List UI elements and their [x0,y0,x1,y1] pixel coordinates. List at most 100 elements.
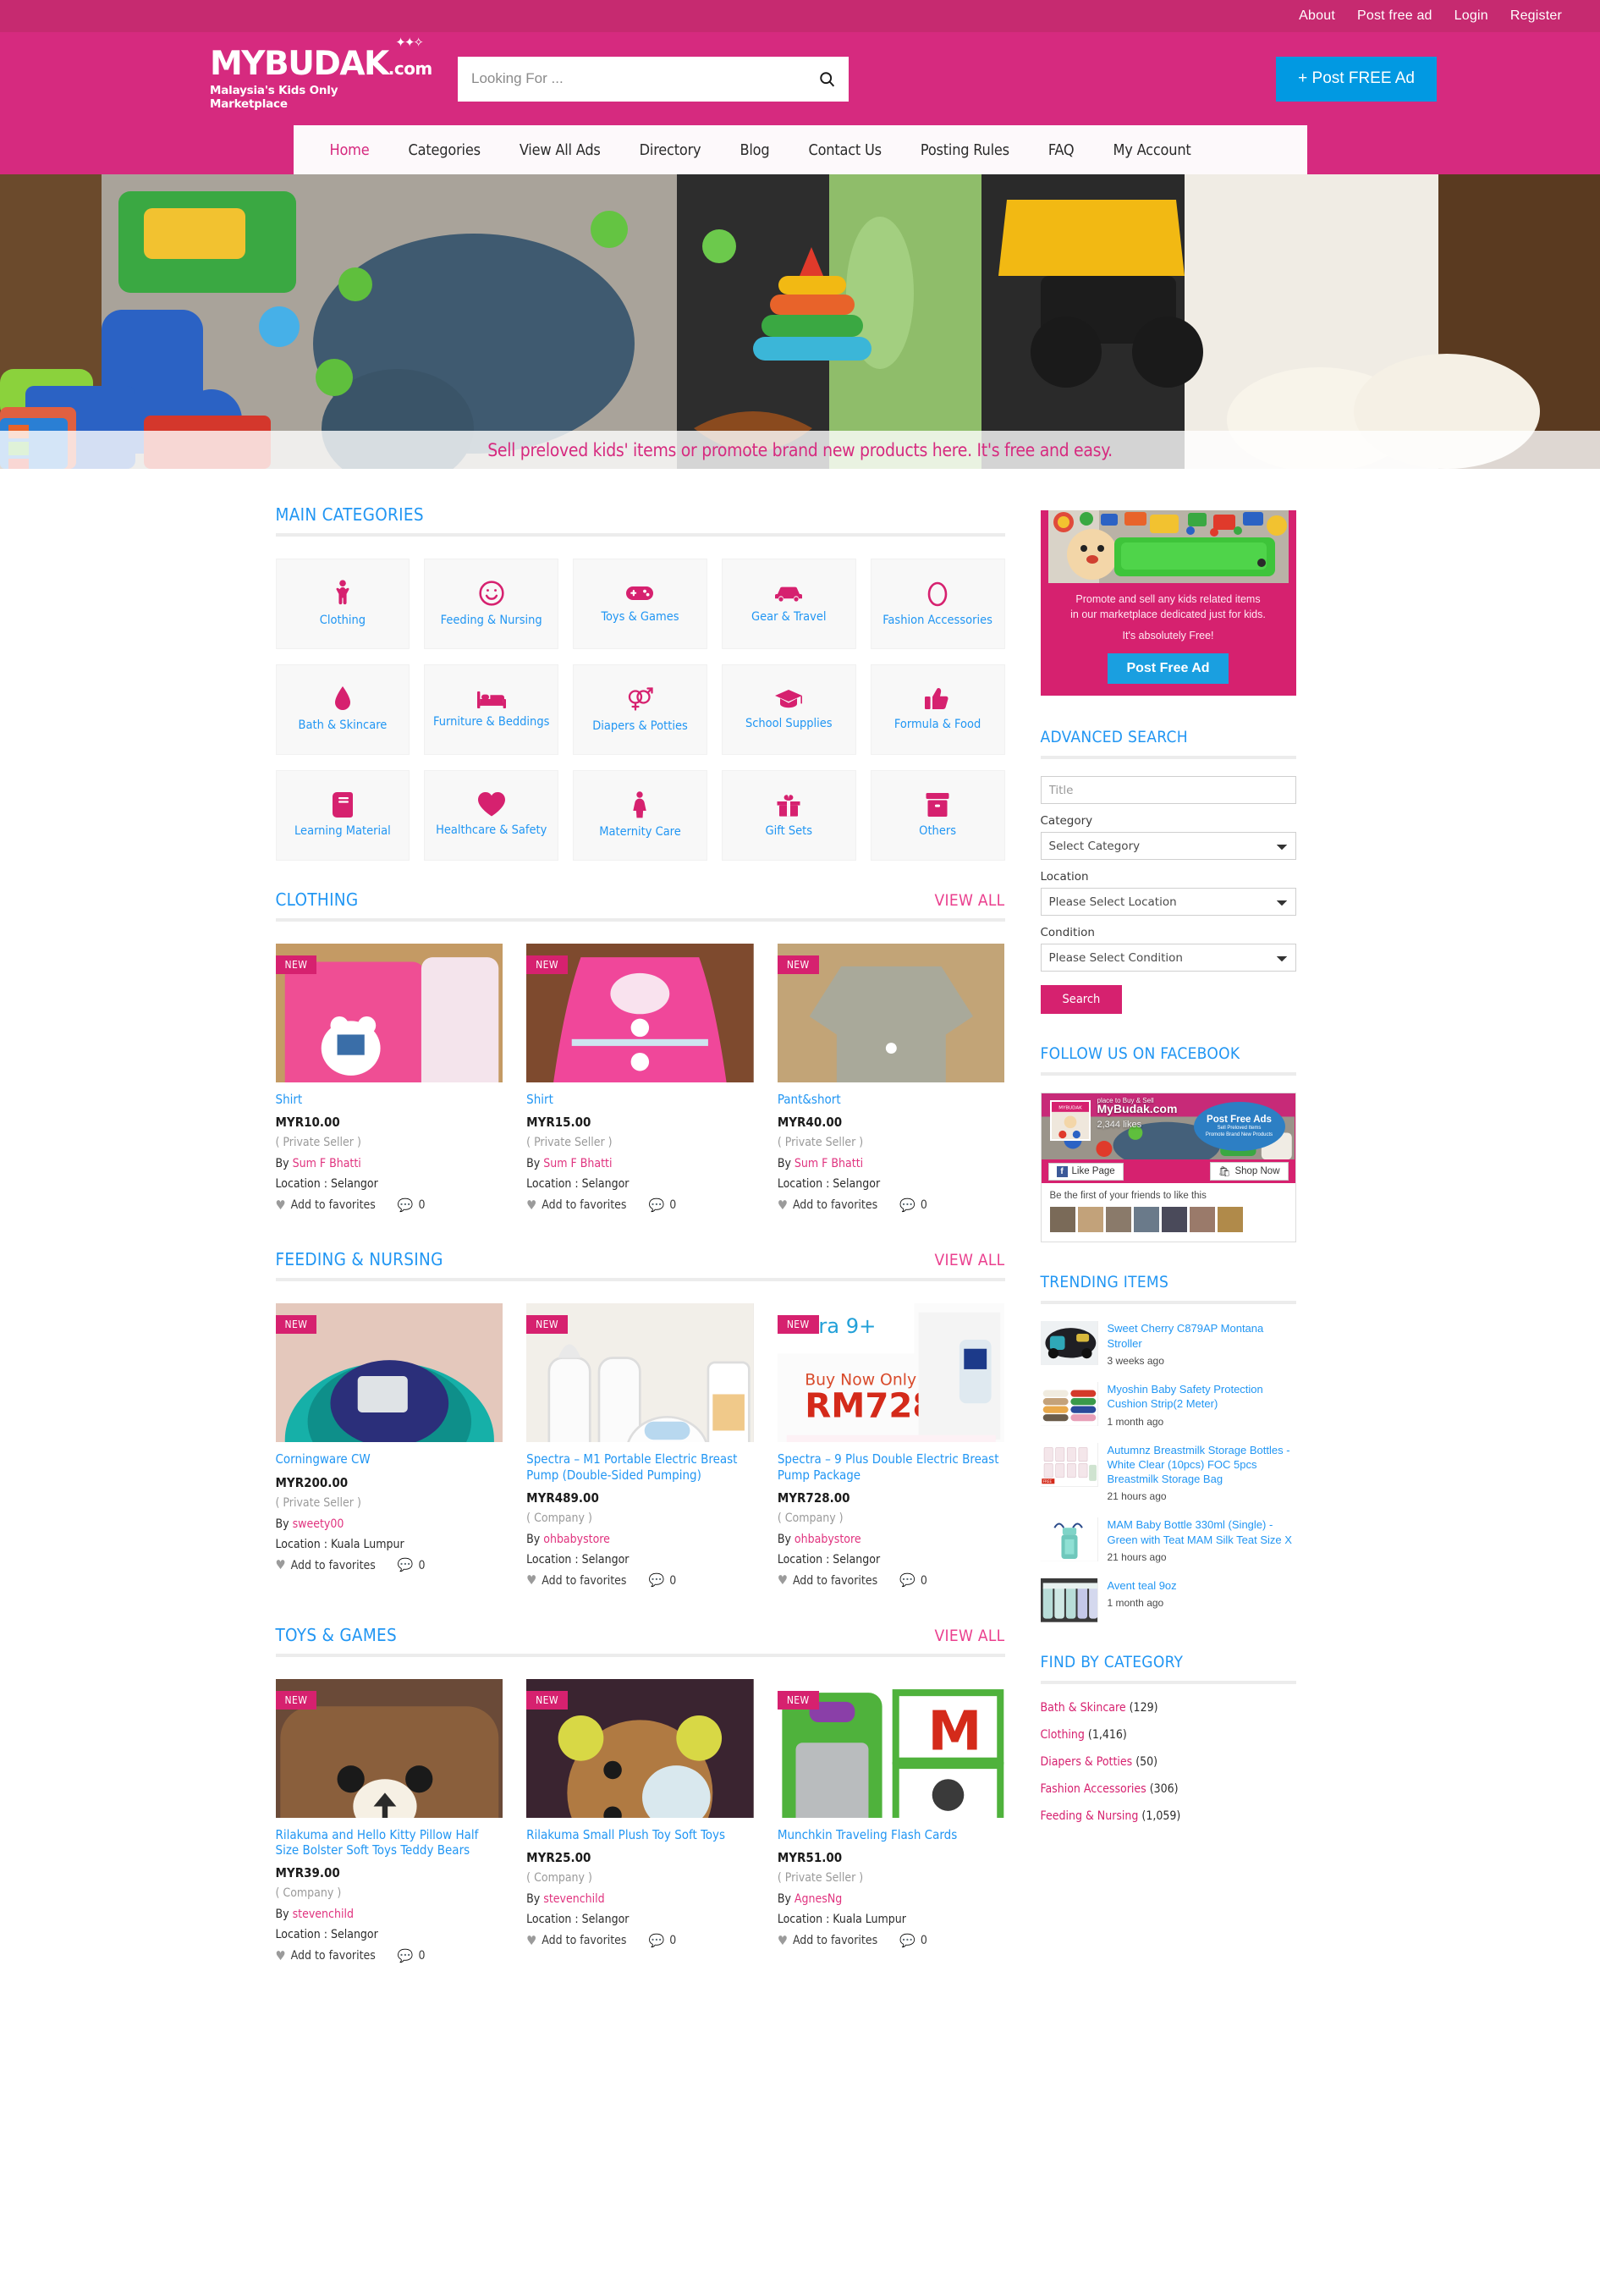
nav-item-faq[interactable]: FAQ [1029,141,1094,159]
product-image[interactable]: NEW [526,1678,754,1818]
trending-item[interactable]: Myoshin Baby Safety Protection Cushion S… [1040,1381,1296,1428]
seller-link[interactable]: AgnesNg [795,1892,842,1906]
find-by-category-item[interactable]: Bath & Skincare (129) [1041,1701,1296,1715]
nav-item-view-all-ads[interactable]: View All Ads [500,141,620,159]
trending-title-link[interactable]: Sweet Cherry C879AP Montana Stroller [1108,1321,1296,1351]
nav-item-contact-us[interactable]: Contact Us [789,141,900,159]
topbar-link-post-free-ad[interactable]: Post free ad [1357,8,1432,24]
seller-link[interactable]: Sum F Bhatti [795,1157,863,1170]
product-image[interactable]: NEW [275,1303,503,1443]
nav-item-posting-rules[interactable]: Posting Rules [901,141,1029,159]
trending-title-link[interactable]: MAM Baby Bottle 330ml (Single) - Green w… [1108,1517,1296,1547]
add-to-favorites-button[interactable]: ♥ Add to favorites [526,1934,626,1947]
seller-link[interactable]: Sum F Bhatti [293,1157,361,1170]
product-image[interactable]: ectra 9+ Buy Now Only RM728 NEW [777,1303,1005,1443]
category-card-healthcare-safety[interactable]: Healthcare & Safety [424,770,559,861]
seller-link[interactable]: stevenchild [543,1892,604,1906]
trending-title-link[interactable]: Avent teal 9oz [1108,1578,1296,1593]
seller-link[interactable]: sweety00 [293,1517,344,1531]
advanced-search-title-input[interactable] [1040,776,1296,805]
trending-item[interactable]: FREE Autumnz Breastmilk Storage Bottles … [1040,1442,1296,1502]
facebook-like-page-button[interactable]: f Like Page [1047,1162,1124,1181]
seller-link[interactable]: ohbabystore [795,1533,861,1546]
trending-title-link[interactable]: Autumnz Breastmilk Storage Bottles - Whi… [1108,1443,1296,1487]
add-to-favorites-button[interactable]: ♥ Add to favorites [276,1559,376,1572]
product-title-link[interactable]: Pant&short [778,1092,1005,1107]
category-card-feeding-nursing[interactable]: Feeding & Nursing [424,559,559,649]
category-card-others[interactable]: Others [870,770,1005,861]
category-card-gift-sets[interactable]: Gift Sets [721,770,856,861]
view-all-link[interactable]: VIEW ALL [935,891,1005,910]
location-select[interactable]: Please Select Location [1040,888,1296,917]
nav-item-my-account[interactable]: My Account [1093,141,1210,159]
nav-item-home[interactable]: Home [311,141,389,159]
topbar-link-login[interactable]: Login [1454,8,1488,24]
category-card-formula-food[interactable]: Formula & Food [870,664,1005,755]
find-by-category-item[interactable]: Feeding & Nursing (1,059) [1041,1809,1296,1823]
product-title-link[interactable]: Spectra – M1 Portable Electric Breast Pu… [526,1451,754,1483]
search-input[interactable] [458,56,805,102]
search-submit-button[interactable] [805,57,849,102]
sidebar-promo-ad[interactable]: Promote and sell any kids related items … [1040,510,1296,697]
category-select[interactable]: Select Category [1040,832,1296,861]
category-card-clothing[interactable]: Clothing [275,559,410,649]
product-card[interactable]: NEW Rilakuma Small Plush Toy Soft Toys M… [526,1678,754,1963]
view-all-link[interactable]: VIEW ALL [935,1251,1005,1269]
comments-count[interactable]: 💬 0 [899,1198,927,1212]
add-to-favorites-button[interactable]: ♥ Add to favorites [526,1574,626,1588]
nav-item-categories[interactable]: Categories [389,141,500,159]
add-to-favorites-button[interactable]: ♥ Add to favorites [276,1198,376,1212]
find-by-category-item[interactable]: Diapers & Potties (50) [1041,1755,1296,1769]
product-image[interactable]: NEW [526,1303,754,1443]
seller-link[interactable]: Sum F Bhatti [543,1157,612,1170]
topbar-link-register[interactable]: Register [1510,8,1562,24]
seller-link[interactable]: stevenchild [293,1908,354,1921]
nav-item-directory[interactable]: Directory [620,141,721,159]
product-card[interactable]: NEW Rilakuma and Hello Kitty Pillow Half… [275,1678,503,1963]
product-card[interactable]: NEW Shirt MYR10.00 ( Private Seller ) By… [275,944,503,1212]
product-image[interactable]: M One NEW [777,1678,1005,1818]
add-to-favorites-button[interactable]: ♥ Add to favorites [276,1949,376,1963]
add-to-favorites-button[interactable]: ♥ Add to favorites [778,1574,877,1588]
product-image[interactable]: NEW [275,944,503,1082]
product-image[interactable]: NEW [526,944,754,1082]
trending-item[interactable]: Sweet Cherry C879AP Montana Stroller 3 w… [1040,1321,1296,1367]
advanced-search-button[interactable]: Search [1040,985,1123,1015]
topbar-link-about[interactable]: About [1299,8,1335,24]
comments-count[interactable]: 💬 0 [899,1574,927,1588]
trending-item[interactable]: Avent teal 9oz 1 month ago [1040,1577,1296,1622]
category-card-diapers-potties[interactable]: Diapers & Potties [573,664,707,755]
comments-count[interactable]: 💬 0 [649,1574,677,1588]
product-title-link[interactable]: Spectra – 9 Plus Double Electric Breast … [778,1451,1005,1483]
product-card[interactable]: ectra 9+ Buy Now Only RM728 NEW Spectra – … [777,1303,1005,1588]
product-card[interactable]: NEW Shirt MYR15.00 ( Private Seller ) By… [526,944,754,1212]
find-by-category-item[interactable]: Fashion Accessories (306) [1041,1782,1296,1796]
post-free-ad-button[interactable]: + Post FREE Ad [1276,56,1437,102]
facebook-shop-now-button[interactable]: 🛍 Shop Now [1209,1162,1289,1181]
product-title-link[interactable]: Shirt [526,1092,754,1107]
category-card-furniture-beddings[interactable]: Furniture & Beddings [424,664,559,755]
comments-count[interactable]: 💬 0 [398,1949,426,1963]
view-all-link[interactable]: VIEW ALL [935,1627,1005,1645]
product-card[interactable]: M One NEW Munchkin Traveling Flash Cards … [777,1678,1005,1963]
comments-count[interactable]: 💬 0 [649,1934,677,1947]
category-card-gear-travel[interactable]: Gear & Travel [721,559,856,649]
product-title-link[interactable]: Rilakuma and Hello Kitty Pillow Half Siz… [276,1827,503,1858]
comments-count[interactable]: 💬 0 [899,1934,927,1947]
category-card-bath-skincare[interactable]: Bath & Skincare [275,664,410,755]
add-to-favorites-button[interactable]: ♥ Add to favorites [526,1198,626,1212]
category-card-fashion-accessories[interactable]: Fashion Accessories [870,559,1005,649]
comments-count[interactable]: 💬 0 [398,1198,426,1212]
product-card[interactable]: NEW Pant&short MYR40.00 ( Private Seller… [777,944,1005,1212]
find-by-category-item[interactable]: Clothing (1,416) [1041,1728,1296,1742]
trending-title-link[interactable]: Myoshin Baby Safety Protection Cushion S… [1108,1382,1296,1412]
seller-link[interactable]: ohbabystore [543,1533,610,1546]
comments-count[interactable]: 💬 0 [398,1559,426,1572]
nav-item-blog[interactable]: Blog [720,141,789,159]
product-title-link[interactable]: Munchkin Traveling Flash Cards [778,1827,1005,1842]
category-card-learning-material[interactable]: Learning Material [275,770,410,861]
product-title-link[interactable]: Rilakuma Small Plush Toy Soft Toys [526,1827,754,1842]
product-image[interactable]: NEW [275,1678,503,1818]
comments-count[interactable]: 💬 0 [649,1198,677,1212]
trending-item[interactable]: MAM Baby Bottle 330ml (Single) - Green w… [1040,1517,1296,1563]
